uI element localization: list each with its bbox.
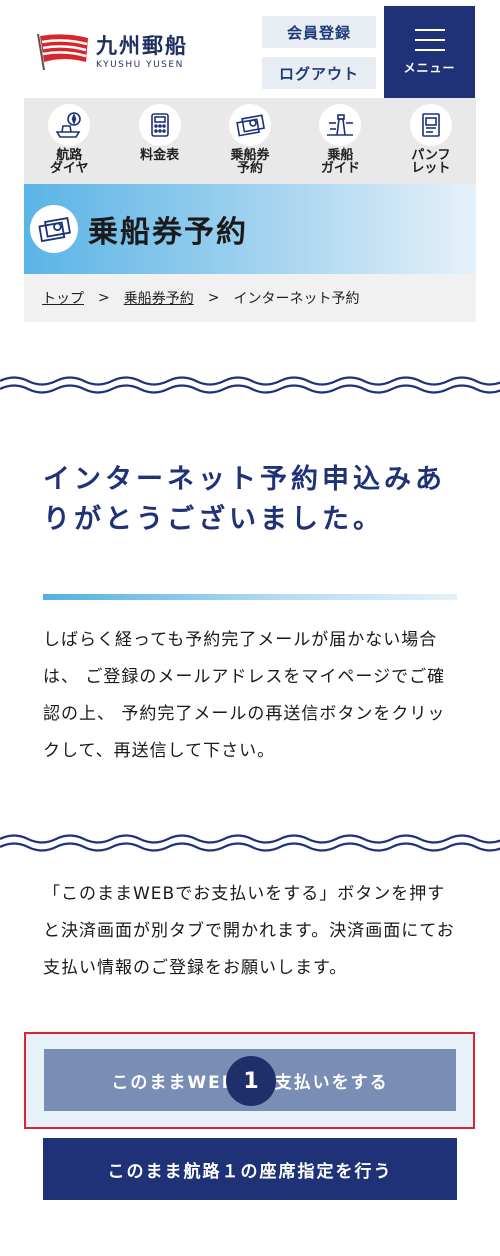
breadcrumb-reservation-link[interactable]: 乗船券予約 <box>124 288 194 308</box>
nav-item-routes[interactable]: 航路 ダイヤ <box>24 98 114 184</box>
resend-instructions: しばらく経っても予約完了メールが届かない場合は、 ご登録のメールアドレスをマイペ… <box>43 630 446 761</box>
nav-label: 料金表 <box>140 148 180 163</box>
ticket-icon <box>229 104 272 146</box>
breadcrumb: トップ > 乗船券予約 > インターネット予約 <box>24 274 476 322</box>
logo[interactable]: 九州郵船 KYUSHU YUSEN <box>34 32 188 72</box>
site-header: 九州郵船 KYUSHU YUSEN 会員登録 ログアウト メニュー <box>0 0 500 98</box>
step-badge: 1 <box>226 1056 276 1106</box>
seat-selection-button[interactable]: このまま航路１の座席指定を行う <box>43 1138 457 1200</box>
register-button[interactable]: 会員登録 <box>262 16 376 48</box>
nav-item-guide[interactable]: 乗船 ガイド <box>295 98 385 184</box>
wave-divider <box>0 834 500 852</box>
brochure-icon <box>409 104 452 146</box>
hamburger-icon <box>414 28 445 51</box>
logo-subtitle: KYUSHU YUSEN <box>96 60 184 70</box>
logout-button[interactable]: ログアウト <box>262 57 376 89</box>
logo-name: 九州郵船 <box>96 34 188 58</box>
menu-label: メニュー <box>403 60 456 75</box>
wave-divider <box>0 376 500 394</box>
breadcrumb-top-link[interactable]: トップ <box>42 288 84 308</box>
main-nav: 航路 ダイヤ 料金表 乗船券 予約 乗船 ガイド パンフ レット <box>24 98 476 184</box>
nav-label: 航路 ダイヤ <box>49 148 89 176</box>
nav-label: 乗船 ガイド <box>320 148 360 176</box>
flag-logo-icon <box>37 33 88 71</box>
page-banner: 乗船券予約 <box>24 184 476 274</box>
nav-item-brochure[interactable]: パンフ レット <box>386 98 476 184</box>
breadcrumb-current: インターネット予約 <box>233 291 360 307</box>
nav-item-reservation[interactable]: 乗船券 予約 <box>205 98 295 184</box>
highlight-box: このままWEBでお支払いをする 1 <box>24 1032 475 1129</box>
nav-item-fares[interactable]: 料金表 <box>114 98 204 184</box>
page-title: 乗船券予約 <box>88 215 248 250</box>
payment-note: 「このままWEBでお支払いをする」ボタンを押すと決済画面が別タブで開かれます。決… <box>43 884 455 978</box>
nav-label: パンフ レット <box>411 148 451 176</box>
ticket-icon <box>30 205 78 253</box>
breadcrumb-separator: > <box>207 290 220 306</box>
menu-button[interactable]: メニュー <box>384 6 475 98</box>
thank-you-heading: インターネット予約申込みありがとうございました。 <box>43 464 446 535</box>
nav-label: 乗船券 予約 <box>230 148 270 176</box>
lighthouse-icon <box>319 104 362 146</box>
compass-ship-icon <box>48 104 91 146</box>
calculator-icon <box>138 104 181 146</box>
breadcrumb-separator: > <box>98 290 110 306</box>
heading-underline <box>43 594 457 600</box>
